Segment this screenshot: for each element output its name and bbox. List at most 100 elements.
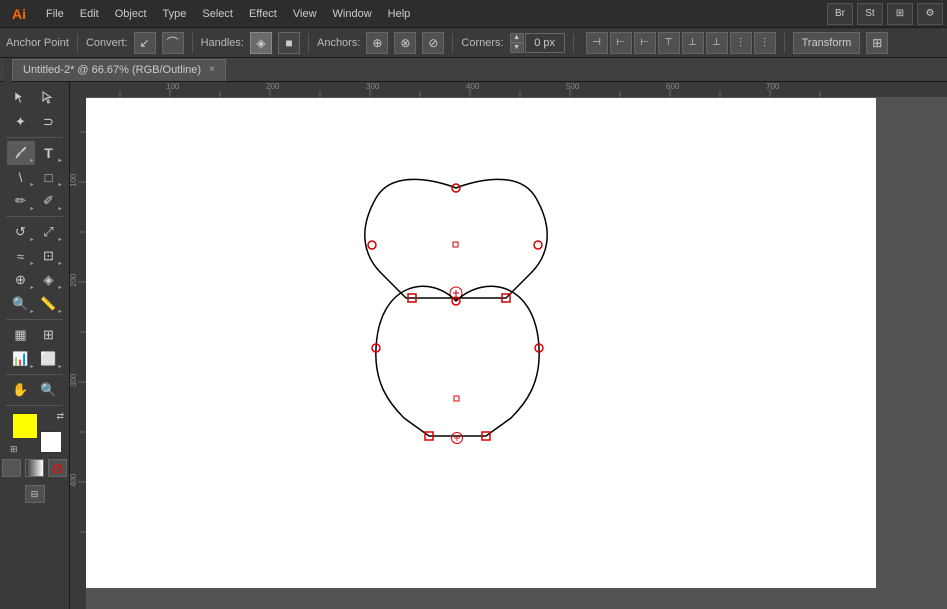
svg-text:200: 200 [70, 273, 78, 287]
paintbrush-tool[interactable]: ✏▸ [7, 189, 35, 213]
fill-swatch[interactable] [12, 413, 38, 439]
swap-colors-icon[interactable]: ⇄ [56, 411, 64, 422]
distribute-h-btn[interactable]: ⋮ [730, 32, 752, 54]
line-tools-row: \▸ □▸ [0, 165, 69, 189]
menu-file[interactable]: File [38, 0, 72, 28]
graph-tools-row: ▦ ⊞ [0, 323, 69, 347]
select-tools-row [0, 86, 69, 110]
bulb-center-point [454, 396, 459, 401]
menu-select[interactable]: Select [194, 0, 241, 28]
reflect-tool[interactable]: ⤢▸ [35, 220, 63, 244]
rect-tool[interactable]: □▸ [35, 165, 63, 189]
menu-help[interactable]: Help [380, 0, 419, 28]
zoom-tool[interactable]: 🔍 [35, 378, 63, 402]
align-buttons: ⊣ ⊢ ⊢ ⊤ ⊥ ⊥ ⋮ ⋮ [586, 32, 776, 54]
convert-anchor-btn[interactable]: ↙ [134, 32, 156, 54]
center-point [453, 242, 458, 247]
bar-graph-tool[interactable]: 📊▸ [7, 347, 35, 371]
lasso-tool[interactable]: ⊃ [35, 110, 63, 134]
workspace-icon[interactable]: ⊞ [887, 3, 913, 25]
menu-object[interactable]: Object [107, 0, 155, 28]
bulb-shape-group [372, 286, 543, 443]
corners-spin[interactable]: ▲ ▼ [510, 33, 524, 53]
corners-label: Corners: [461, 37, 503, 49]
artboard-tool[interactable]: ⬜▸ [35, 347, 63, 371]
menu-type[interactable]: Type [155, 0, 195, 28]
svg-text:600: 600 [666, 82, 680, 91]
svg-text:700: 700 [766, 82, 780, 91]
magic-wand-tool[interactable]: ✦ [7, 110, 35, 134]
menu-effect[interactable]: Effect [241, 0, 285, 28]
menu-view[interactable]: View [285, 0, 325, 28]
align-center-v-btn[interactable]: ⊥ [682, 32, 704, 54]
view-mode-icons: ⊟ [0, 483, 69, 505]
document-tab[interactable]: Untitled-2* @ 66.67% (RGB/Outline) × [12, 59, 226, 81]
mesh-tool[interactable]: ⊞ [35, 323, 63, 347]
free-transform-tool[interactable]: ⊡▸ [35, 244, 63, 268]
handles-icon[interactable]: ◈ [250, 32, 272, 54]
canvas-area[interactable]: 100200 300400 500600 700 100200 [70, 82, 947, 609]
hand-tool[interactable]: ✋ [7, 378, 35, 402]
pencil-tool[interactable]: ✐▸ [35, 189, 63, 213]
eyedropper-tool[interactable]: 🔍▸ [7, 292, 35, 316]
graph2-row: 📊▸ ⬜▸ [0, 347, 69, 371]
svg-text:100: 100 [70, 173, 78, 187]
reset-colors-icon[interactable]: ⊞ [10, 444, 18, 455]
anchor-left[interactable] [368, 241, 376, 249]
shape-builder-tool[interactable]: ⊕▸ [7, 268, 35, 292]
gradient-swatch-btn[interactable] [25, 459, 44, 477]
blend-tool[interactable]: ◈▸ [35, 268, 63, 292]
handles-label: Handles: [201, 37, 244, 49]
color-mode-btn[interactable] [2, 459, 21, 477]
align-top-btn[interactable]: ⊤ [658, 32, 680, 54]
stroke-swatch[interactable] [40, 431, 62, 453]
tab-close-button[interactable]: × [209, 59, 215, 81]
align-bottom-btn[interactable]: ⊥ [706, 32, 728, 54]
svg-text:300: 300 [70, 373, 78, 387]
anchor-icon-2[interactable]: ⊗ [394, 32, 416, 54]
measure-tool[interactable]: 📏▸ [35, 292, 63, 316]
pen-tools-row: ▸ T▸ [0, 141, 69, 165]
line-segment-tool[interactable]: \▸ [7, 165, 35, 189]
menu-window[interactable]: Window [325, 0, 380, 28]
align-left-btn[interactable]: ⊣ [586, 32, 608, 54]
drawing-canvas[interactable] [86, 98, 876, 588]
separator-6 [784, 33, 785, 53]
align-center-h-btn[interactable]: ⊢ [610, 32, 632, 54]
corners-up-arrow[interactable]: ▲ [510, 33, 524, 43]
rotate-tools-row: ↺▸ ⤢▸ [0, 220, 69, 244]
pen-tool[interactable]: ▸ [7, 141, 35, 165]
svg-text:100: 100 [166, 82, 180, 91]
bridge-icon[interactable]: Br [827, 3, 853, 25]
svg-text:500: 500 [566, 82, 580, 91]
distribute-v-btn[interactable]: ⋮ [754, 32, 776, 54]
direct-select-tool[interactable] [35, 86, 63, 110]
anchor-icon-3[interactable]: ⊘ [422, 32, 444, 54]
rotate-tool[interactable]: ↺▸ [7, 220, 35, 244]
anchor-icon-1[interactable]: ⊕ [366, 32, 388, 54]
svg-text:200: 200 [266, 82, 280, 91]
warp-tool[interactable]: ≈▸ [7, 244, 35, 268]
handles-icon-2[interactable]: ■ [278, 32, 300, 54]
anchor-right[interactable] [534, 241, 542, 249]
screen-mode-btn[interactable]: ⊟ [25, 485, 45, 503]
app-logo: Ai [4, 6, 34, 22]
transform-button[interactable]: Transform [793, 32, 861, 54]
tab-bar: ⋮ Untitled-2* @ 66.67% (RGB/Outline) × [0, 58, 947, 82]
corners-down-arrow[interactable]: ▼ [510, 43, 524, 53]
blend-tools-row: ⊕▸ ◈▸ [0, 268, 69, 292]
settings-icon[interactable]: ⚙ [917, 3, 943, 25]
color-swatches: ⇄ ⊞ [0, 409, 69, 457]
main-area: ✦ ⊃ ▸ T▸ \▸ □▸ ✏▸ ✐▸ ↺▸ ⤢▸ ≈▸ ⊡▸ [0, 82, 947, 609]
transform-options-icon[interactable]: ⊞ [866, 32, 888, 54]
corners-input[interactable] [525, 33, 565, 53]
type-tool[interactable]: T▸ [35, 141, 63, 165]
align-right-btn[interactable]: ⊢ [634, 32, 656, 54]
anchor-point-label: Anchor Point [6, 37, 69, 49]
gradient-tool[interactable]: ▦ [7, 323, 35, 347]
convert-smooth-btn[interactable]: ⌒ [162, 32, 184, 54]
menu-edit[interactable]: Edit [72, 0, 107, 28]
select-tool[interactable] [7, 86, 35, 110]
none-swatch-btn[interactable]: ⊘ [48, 459, 67, 477]
stock-icon[interactable]: St [857, 3, 883, 25]
